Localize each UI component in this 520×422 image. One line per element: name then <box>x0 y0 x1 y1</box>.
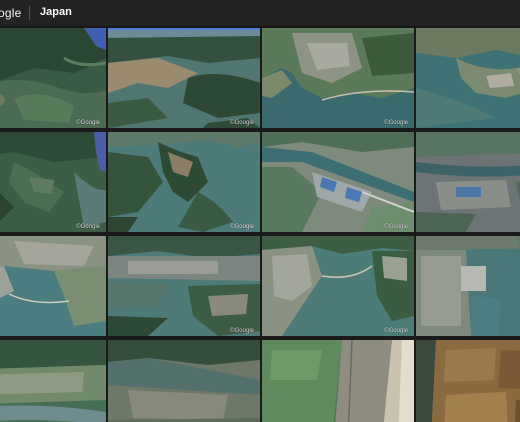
imagery-tile[interactable] <box>416 28 520 128</box>
imagery-tile[interactable] <box>416 340 520 422</box>
satellite-image <box>108 236 260 336</box>
satellite-image <box>0 28 106 128</box>
imagery-tile[interactable]: ©Google <box>262 132 414 232</box>
satellite-image <box>262 340 414 422</box>
breadcrumb-country[interactable]: Japan <box>40 6 72 18</box>
google-logo[interactable]: ogle <box>0 6 22 20</box>
google-watermark: ©Google <box>76 120 100 126</box>
top-bar: ogle Japan <box>0 0 520 27</box>
satellite-image <box>108 340 260 422</box>
imagery-tile[interactable]: ©Google <box>108 28 260 128</box>
google-watermark: ©Google <box>230 120 254 126</box>
satellite-image <box>416 340 520 422</box>
satellite-image <box>262 132 414 232</box>
satellite-image <box>416 236 520 336</box>
imagery-tile[interactable]: ©Google <box>0 132 106 232</box>
satellite-image <box>0 340 106 422</box>
imagery-grid: ©Google ©Google ©Google ©Google ©Google … <box>0 28 520 422</box>
satellite-image <box>416 28 520 128</box>
google-watermark: ©Google <box>384 224 408 230</box>
imagery-tile[interactable]: ©Google <box>108 236 260 336</box>
imagery-tile[interactable] <box>0 340 106 422</box>
imagery-tile[interactable] <box>416 236 520 336</box>
google-watermark: ©Google <box>384 120 408 126</box>
selection-indicator <box>108 28 260 30</box>
imagery-tile[interactable]: ©Google <box>262 236 414 336</box>
google-watermark: ©Google <box>230 224 254 230</box>
satellite-image <box>262 28 414 128</box>
imagery-tile[interactable]: ©Google <box>0 28 106 128</box>
imagery-tile[interactable] <box>416 132 520 232</box>
imagery-tile[interactable] <box>108 340 260 422</box>
google-watermark: ©Google <box>384 328 408 334</box>
imagery-tile[interactable] <box>262 340 414 422</box>
header-divider <box>29 6 30 20</box>
google-watermark: ©Google <box>76 224 100 230</box>
imagery-tile[interactable] <box>0 236 106 336</box>
satellite-image <box>0 236 106 336</box>
satellite-image <box>108 132 260 232</box>
imagery-tile[interactable]: ©Google <box>108 132 260 232</box>
satellite-image <box>262 236 414 336</box>
satellite-image <box>416 132 520 232</box>
app-window: ogle Japan ©Google ©Google ©Google ©Goog… <box>0 0 520 422</box>
imagery-tile[interactable]: ©Google <box>262 28 414 128</box>
satellite-image <box>0 132 106 232</box>
google-watermark: ©Google <box>230 328 254 334</box>
satellite-image <box>108 28 260 128</box>
